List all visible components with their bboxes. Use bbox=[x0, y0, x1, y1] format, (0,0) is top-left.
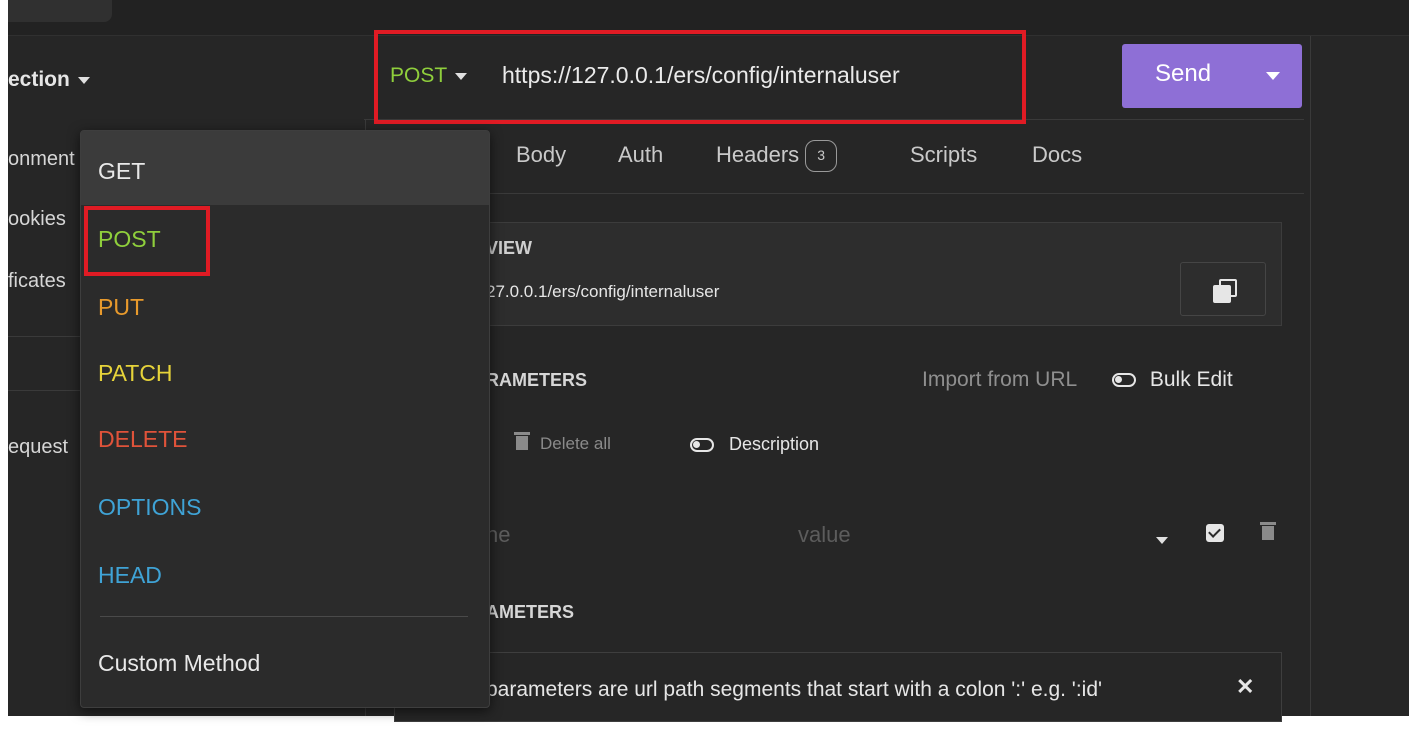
bulk-edit-label: Bulk Edit bbox=[1149, 368, 1233, 391]
send-options-button[interactable] bbox=[1248, 44, 1302, 108]
bulk-edit-toggle[interactable]: Bulk Edit bbox=[1112, 368, 1233, 392]
method-option-get[interactable]: GET bbox=[98, 158, 145, 185]
sidebar-item-certificates[interactable]: ficates bbox=[8, 270, 66, 293]
import-from-url-link[interactable]: Import from URL bbox=[922, 368, 1077, 392]
collection-title[interactable]: ection bbox=[8, 68, 90, 92]
path-parameters-info-text: parameters are url path segments that st… bbox=[486, 678, 1103, 701]
sidebar-item-environment[interactable]: onment bbox=[8, 148, 75, 171]
param-delete-button[interactable] bbox=[1260, 522, 1276, 544]
close-icon[interactable]: ✕ bbox=[1236, 674, 1254, 700]
url-preview-label: VIEW bbox=[486, 238, 533, 258]
method-option-custom[interactable]: Custom Method bbox=[98, 650, 260, 677]
tab-auth[interactable]: Auth bbox=[618, 142, 663, 168]
top-tab-chip[interactable] bbox=[8, 0, 112, 22]
url-highlight-box bbox=[374, 30, 1026, 124]
dropdown-divider bbox=[100, 616, 468, 617]
url-preview-text: 27.0.0.1/ers/config/internaluser bbox=[486, 282, 720, 301]
toggle-icon bbox=[1112, 373, 1136, 388]
query-parameters-heading: RAMETERS bbox=[486, 370, 588, 390]
param-enabled-checkbox[interactable] bbox=[1206, 524, 1224, 542]
path-parameters-heading: AMETERS bbox=[486, 602, 575, 622]
right-panel bbox=[1310, 36, 1401, 716]
tab-headers[interactable]: Headers 3 bbox=[716, 140, 838, 172]
chevron-down-icon bbox=[77, 76, 90, 84]
tab-docs[interactable]: Docs bbox=[1032, 142, 1082, 168]
toggle-icon bbox=[690, 438, 714, 453]
param-value-input[interactable]: value bbox=[798, 522, 851, 548]
tab-scripts[interactable]: Scripts bbox=[910, 142, 977, 168]
param-options-dropdown[interactable] bbox=[1156, 532, 1168, 550]
send-button[interactable]: Send bbox=[1155, 60, 1211, 88]
tab-headers-label: Headers bbox=[716, 141, 800, 167]
description-label: Description bbox=[729, 434, 820, 454]
headers-count-badge: 3 bbox=[805, 140, 838, 172]
method-option-options[interactable]: OPTIONS bbox=[98, 494, 202, 521]
method-option-delete[interactable]: DELETE bbox=[98, 426, 187, 453]
delete-all-button[interactable]: Delete all bbox=[514, 432, 611, 454]
trash-icon bbox=[514, 432, 530, 450]
delete-all-label: Delete all bbox=[540, 434, 611, 453]
description-toggle[interactable]: Description bbox=[690, 434, 819, 455]
method-option-head[interactable]: HEAD bbox=[98, 562, 162, 589]
sidebar-item-cookies[interactable]: ookies bbox=[8, 208, 66, 231]
chevron-down-icon bbox=[1266, 72, 1280, 80]
chevron-down-icon bbox=[1156, 537, 1168, 545]
method-option-put[interactable]: PUT bbox=[98, 294, 144, 321]
sidebar-request-item[interactable]: equest bbox=[8, 436, 68, 459]
collection-title-label: ection bbox=[8, 68, 70, 91]
post-highlight-box bbox=[84, 206, 210, 276]
trash-icon bbox=[1260, 522, 1276, 540]
method-option-patch[interactable]: PATCH bbox=[98, 360, 173, 387]
tab-body[interactable]: Body bbox=[516, 142, 566, 168]
copy-url-button[interactable] bbox=[1180, 262, 1266, 316]
